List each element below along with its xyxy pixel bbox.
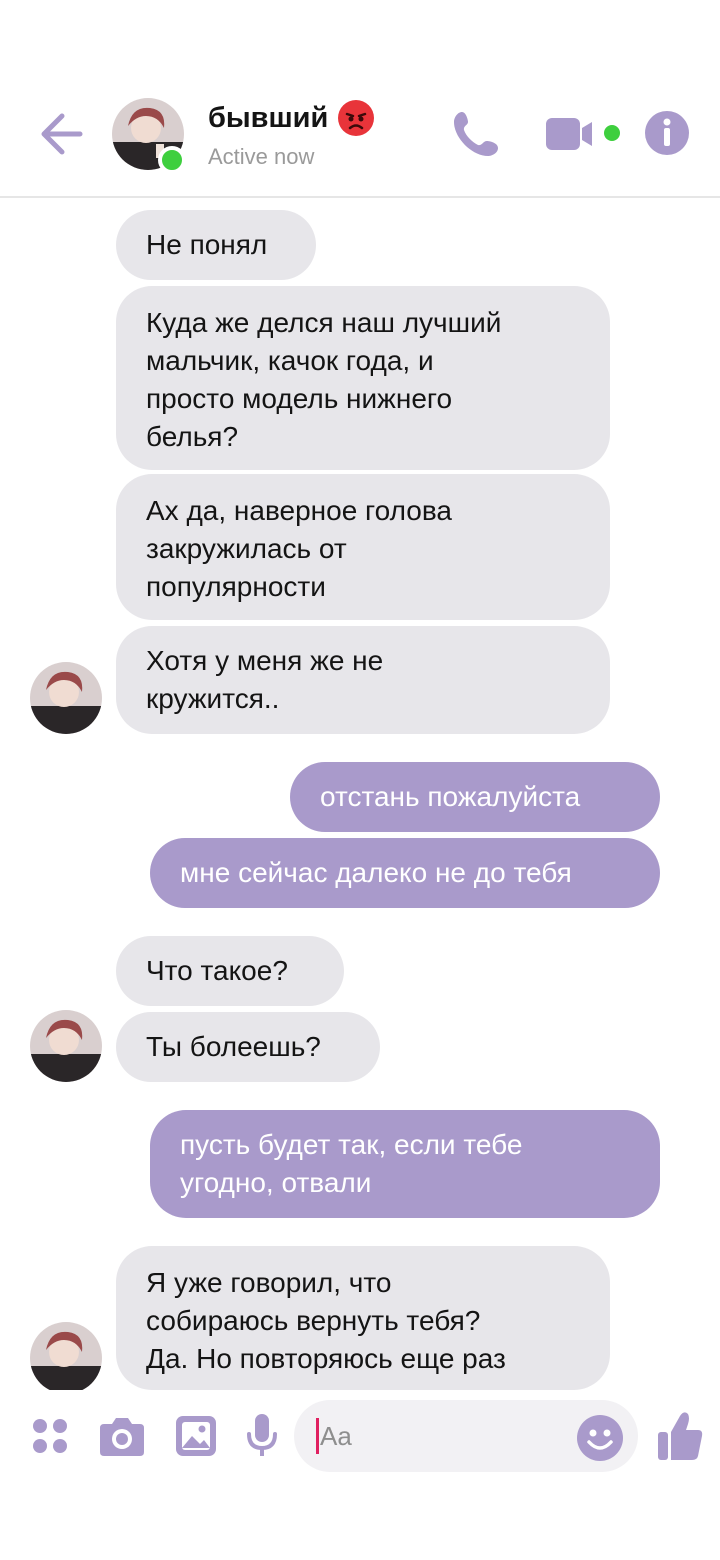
text-caret — [316, 1418, 319, 1454]
phone-icon[interactable] — [450, 108, 502, 160]
message-incoming[interactable]: Ах да, наверное голова закружилась от по… — [116, 474, 610, 620]
message-outgoing[interactable]: отстань пожалуйста — [290, 762, 660, 832]
message-line: Ах да, наверное голова — [146, 495, 452, 526]
message-line: закружилась от — [146, 533, 347, 564]
message-line: угодно, отвали — [180, 1167, 372, 1198]
message-incoming[interactable]: Ты болеешь? — [116, 1012, 380, 1082]
sender-avatar[interactable] — [30, 1322, 102, 1394]
message-line: Я уже говорил, что — [146, 1267, 392, 1298]
message-line: Да. Но повторяюсь еще раз — [146, 1343, 506, 1374]
message-incoming[interactable]: Я уже говорил, что собираюсь вернуть теб… — [116, 1246, 610, 1390]
message-line: пусть будет так, если тебе — [180, 1129, 523, 1160]
camera-icon[interactable] — [98, 1414, 146, 1458]
active-status: Active now — [208, 144, 315, 169]
chat-header: бывший Active now — [0, 0, 720, 198]
emoji-icon[interactable] — [576, 1414, 624, 1462]
thumbs-up-icon[interactable] — [656, 1410, 704, 1462]
message-line: кружится.. — [146, 683, 280, 714]
message-outgoing[interactable]: пусть будет так, если тебе угодно, отвал… — [150, 1110, 660, 1218]
info-icon[interactable] — [644, 110, 690, 156]
apps-icon[interactable] — [30, 1416, 70, 1456]
message-incoming[interactable]: Хотя у меня же не кружится.. — [116, 626, 610, 734]
message-outgoing[interactable]: мне сейчас далеко не до тебя — [150, 838, 660, 908]
angry-face-icon — [338, 100, 375, 136]
sender-avatar[interactable] — [30, 662, 102, 734]
message-incoming[interactable]: Что такое? — [116, 936, 344, 1006]
message-line: просто модель нижнего — [146, 383, 453, 414]
message-line: белья? — [146, 421, 239, 452]
message-line: Куда же делся наш лучший — [146, 307, 502, 338]
online-indicator — [158, 146, 186, 174]
back-arrow-icon[interactable] — [36, 104, 88, 164]
contact-name-text: бывший — [208, 101, 329, 134]
sender-avatar[interactable] — [30, 1010, 102, 1082]
message-text: мне сейчас далеко не до тебя — [180, 857, 572, 888]
message-text: Что такое? — [146, 955, 288, 986]
message-text: Ты болеешь? — [146, 1031, 321, 1062]
microphone-icon[interactable] — [246, 1412, 278, 1460]
video-call-icon[interactable] — [544, 114, 624, 154]
message-text: Не понял — [146, 229, 268, 260]
message-text: отстань пожалуйста — [320, 781, 581, 812]
message-incoming[interactable]: Куда же делся наш лучший мальчик, качок … — [116, 286, 610, 470]
message-input[interactable] — [320, 1418, 560, 1454]
message-incoming[interactable]: Не понял — [116, 210, 316, 280]
contact-name[interactable]: бывший — [208, 100, 375, 136]
message-line: собираюсь вернуть тебя? — [146, 1305, 481, 1336]
message-line: мальчик, качок года, и — [146, 345, 434, 376]
gallery-icon[interactable] — [174, 1414, 218, 1458]
message-line: популярности — [146, 571, 326, 602]
message-line: Хотя у меня же не — [146, 645, 384, 676]
